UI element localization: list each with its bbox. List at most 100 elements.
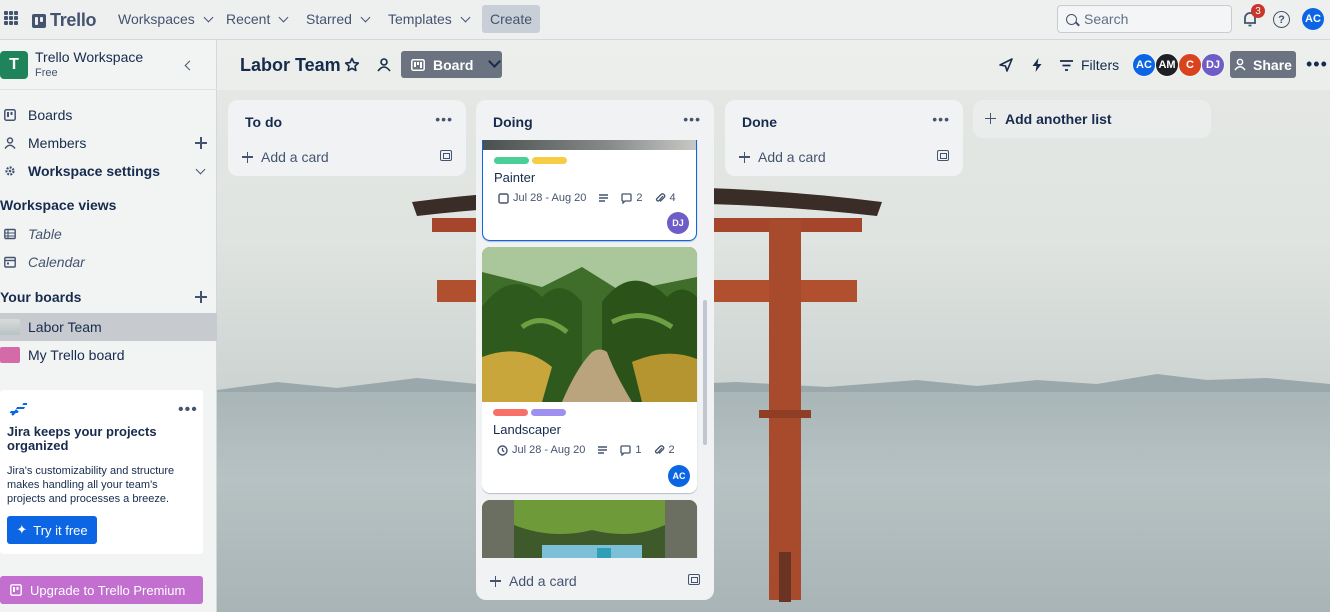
sidebar-item-workspace-settings[interactable]: Workspace settings: [0, 157, 217, 185]
list-to-do: To do ••• Add a card: [228, 100, 466, 176]
add-another-list-button[interactable]: Add another list: [973, 100, 1211, 138]
sidebar-board-label: Labor Team: [28, 319, 102, 335]
star-icon[interactable]: [344, 57, 360, 73]
due-date-badge[interactable]: Jul 28 - Aug 20: [497, 444, 585, 456]
member-avatar-c[interactable]: C: [1178, 53, 1202, 77]
search-box[interactable]: [1057, 5, 1232, 33]
add-board-icon[interactable]: [195, 291, 207, 303]
sidebar-item-calendar[interactable]: Calendar: [0, 248, 217, 276]
member-avatar-ac[interactable]: AC: [1132, 53, 1156, 77]
member-avatar-am[interactable]: AM: [1155, 53, 1179, 77]
add-card-button[interactable]: Add a card: [739, 149, 826, 165]
workspaces-menu[interactable]: Workspaces: [118, 11, 214, 27]
chevron-down-icon[interactable]: [195, 164, 206, 174]
add-card-button[interactable]: Add a card: [490, 573, 577, 589]
notification-badge: 3: [1251, 4, 1265, 18]
visibility-icon[interactable]: [376, 57, 392, 73]
sidebar-item-members[interactable]: Members: [0, 129, 217, 157]
collapse-sidebar-icon[interactable]: [184, 60, 195, 71]
board-title[interactable]: Labor Team: [240, 55, 341, 76]
plus-icon: [739, 151, 750, 163]
list-menu-icon[interactable]: •••: [683, 111, 701, 127]
board-view-button[interactable]: Board: [401, 51, 502, 78]
list-menu-icon[interactable]: •••: [435, 111, 453, 127]
comment-icon: [620, 444, 632, 456]
filters-button[interactable]: Filters: [1060, 57, 1119, 73]
scrollbar-thumb[interactable]: [703, 300, 707, 445]
workspace-avatar[interactable]: T: [0, 51, 28, 79]
share-button[interactable]: Share: [1230, 51, 1296, 78]
promo-title: Jira keeps your projects organized: [7, 424, 157, 453]
promo-body: Jira's customizability and structure mak…: [7, 465, 175, 505]
sidebar-item-label: Table: [28, 226, 62, 242]
top-navigation: Trello Workspaces Recent Starred Templat…: [0, 0, 1330, 40]
plus-icon: [985, 113, 997, 125]
sidebar-item-label: Boards: [28, 107, 73, 123]
plus-icon: [242, 151, 253, 163]
templates-menu[interactable]: Templates: [388, 11, 471, 27]
yellow-label[interactable]: [532, 157, 567, 164]
card-painter[interactable]: Painter Jul 28 - Aug 20 2 4 DJ: [482, 140, 697, 241]
red-label[interactable]: [493, 409, 528, 416]
green-label[interactable]: [494, 157, 529, 164]
comments-count: 1: [635, 444, 642, 456]
app-switcher-icon[interactable]: [4, 11, 18, 25]
add-card-button[interactable]: Add a card: [242, 149, 329, 165]
card-member-avatar[interactable]: AC: [668, 465, 690, 487]
sidebar-board-labor-team[interactable]: Labor Team: [0, 313, 217, 341]
attachments-badge: 4: [655, 192, 676, 204]
card-title: Landscaper: [493, 422, 561, 437]
card-cover-image: [482, 500, 697, 558]
create-button[interactable]: Create: [482, 5, 540, 33]
create-from-template-icon[interactable]: [440, 150, 452, 161]
list-title[interactable]: Doing: [493, 114, 533, 130]
due-date-text: Jul 28 - Aug 20: [513, 192, 587, 204]
chevron-down-icon: [460, 12, 471, 22]
sidebar-item-boards[interactable]: Boards: [0, 101, 217, 129]
card-partial[interactable]: [482, 500, 697, 558]
sidebar-item-label: Members: [28, 135, 87, 151]
purple-label[interactable]: [531, 409, 566, 416]
due-date-badge[interactable]: Jul 28 - Aug 20: [498, 192, 586, 204]
help-icon[interactable]: ?: [1273, 11, 1290, 28]
board-menu-icon[interactable]: •••: [1306, 55, 1328, 73]
list-title[interactable]: To do: [245, 114, 282, 130]
create-from-template-icon[interactable]: [937, 150, 949, 161]
recent-menu[interactable]: Recent: [226, 11, 289, 27]
attachments-count: 4: [669, 192, 676, 204]
automation-icon[interactable]: [1029, 57, 1045, 73]
member-avatar-dj[interactable]: DJ: [1201, 53, 1225, 77]
chevron-down-icon: [278, 12, 289, 22]
add-member-icon[interactable]: [195, 137, 207, 149]
plus-icon: [490, 575, 501, 587]
starred-menu[interactable]: Starred: [306, 11, 371, 27]
create-from-template-icon[interactable]: [688, 574, 700, 585]
chevron-down-icon: [360, 12, 371, 22]
card-landscaper[interactable]: Landscaper Jul 28 - Aug 20 1 2 AC: [482, 247, 697, 493]
sidebar-board-label: My Trello board: [28, 347, 125, 363]
trello-logo[interactable]: Trello: [32, 10, 97, 31]
promo-menu-icon[interactable]: •••: [178, 401, 198, 419]
list-title[interactable]: Done: [742, 114, 777, 130]
card-member-avatar[interactable]: DJ: [667, 212, 689, 234]
board-view-icon: [411, 58, 425, 71]
search-input[interactable]: [1084, 11, 1224, 27]
power-ups-icon[interactable]: [998, 57, 1014, 73]
try-it-free-button[interactable]: ✦ Try it free: [7, 516, 97, 544]
list-menu-icon[interactable]: •••: [932, 111, 950, 127]
board-thumbnail: [0, 319, 20, 335]
upgrade-premium-button[interactable]: Upgrade to Trello Premium: [0, 576, 203, 604]
list-scrollbar[interactable]: [702, 140, 708, 558]
workspace-views-title: Workspace views: [0, 197, 117, 213]
workspace-name[interactable]: Trello Workspace: [35, 49, 143, 65]
account-avatar[interactable]: AC: [1302, 8, 1324, 30]
sidebar-board-my-trello-board[interactable]: My Trello board: [0, 341, 217, 369]
your-boards-header: Your boards: [0, 283, 217, 311]
clock-icon: [497, 444, 508, 456]
sidebar-item-label: Calendar: [28, 254, 85, 270]
card-labels: [494, 157, 567, 164]
cards-scroll-area[interactable]: Painter Jul 28 - Aug 20 2 4 DJ Landscape…: [482, 140, 708, 558]
paperclip-icon: [654, 444, 664, 454]
add-card-label: Add a card: [758, 149, 826, 165]
sidebar-item-table[interactable]: Table: [0, 220, 217, 248]
